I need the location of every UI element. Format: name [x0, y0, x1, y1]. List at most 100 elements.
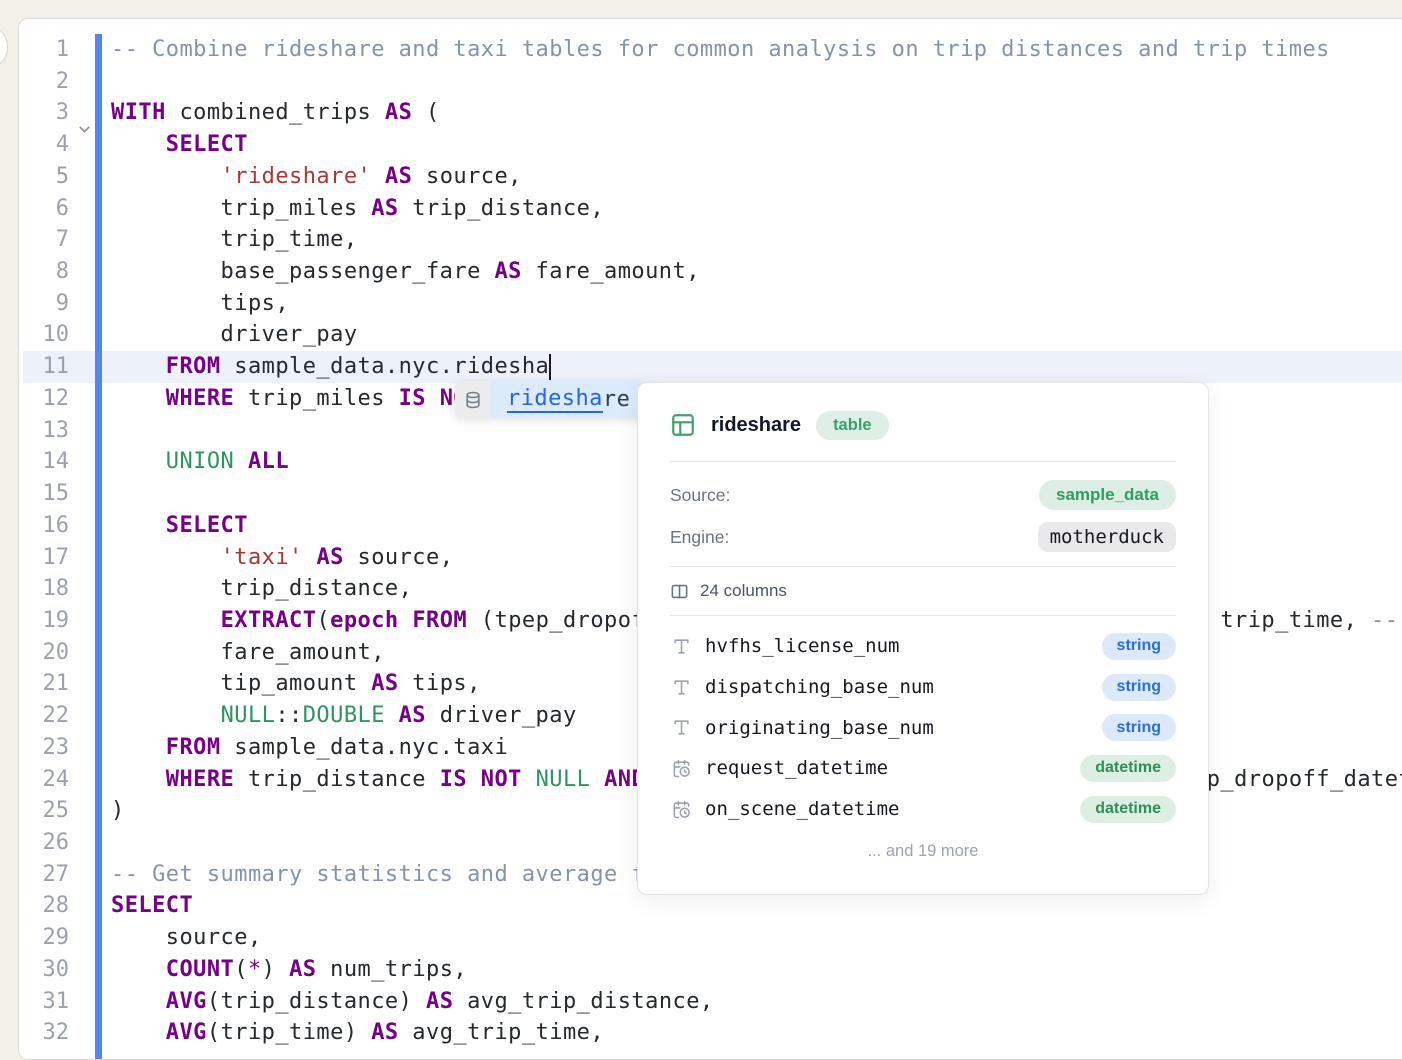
table-name: rideshare — [711, 414, 801, 437]
code-line[interactable]: COUNT(*) AS num_trips, — [111, 954, 1402, 986]
code-token — [111, 957, 166, 982]
code-token: WHERE — [166, 767, 234, 792]
code-token: AS — [494, 259, 521, 284]
suggestion-rest-text: re — [603, 387, 630, 412]
line-number: 5 — [19, 161, 69, 193]
code-token: trip_distance, — [111, 576, 412, 601]
table-title-row: rideshare table — [670, 383, 1176, 442]
calendar-clock-icon — [670, 800, 692, 819]
code-token — [590, 767, 604, 792]
table-info-tooltip: rideshare table Source:sample_dataEngine… — [637, 382, 1209, 895]
code-token — [111, 767, 166, 792]
gutter-numbers: 1234567891011121314151617181920212223242… — [19, 34, 69, 1049]
code-token: AS — [371, 196, 398, 221]
line-number: 16 — [19, 510, 69, 542]
code-token: FROM — [166, 735, 221, 760]
code-line[interactable]: -- Combine rideshare and taxi tables for… — [111, 34, 1402, 66]
text-cursor — [549, 354, 551, 380]
code-line[interactable]: 'rideshare' AS source, — [111, 161, 1402, 193]
info-row: Engine: motherduck — [670, 516, 1176, 558]
column-type-badge: string — [1102, 714, 1176, 741]
code-line[interactable]: FROM sample_data.nyc.ridesha — [111, 351, 1402, 383]
code-token: SELECT — [166, 132, 248, 157]
line-number: 12 — [19, 383, 69, 415]
code-line[interactable]: SELECT — [111, 129, 1402, 161]
code-token: sample_data.nyc.ridesha — [221, 354, 550, 379]
code-token: avg_trip_distance, — [453, 989, 713, 1014]
line-number: 22 — [19, 700, 69, 732]
code-token: COUNT — [166, 957, 234, 982]
column-name: dispatching_base_num — [705, 676, 934, 698]
code-token — [111, 703, 221, 728]
code-token: AVG — [166, 989, 207, 1014]
text-type-icon — [670, 718, 692, 737]
fold-chevron-down-icon[interactable] — [76, 121, 93, 138]
autocomplete-suggestion[interactable]: rideshare — [455, 381, 647, 418]
column-name: hvfhs_license_num — [705, 635, 899, 657]
column-name: request_datetime — [705, 757, 888, 779]
code-token: fare_amount, — [522, 259, 700, 284]
line-number: 21 — [19, 668, 69, 700]
code-token: NULL — [221, 703, 276, 728]
column-type-badge: string — [1102, 633, 1176, 660]
line-number: 29 — [19, 922, 69, 954]
line-number: 8 — [19, 256, 69, 288]
info-row-value-badge: motherduck — [1038, 522, 1176, 552]
code-token: IS — [399, 386, 426, 411]
code-line[interactable] — [111, 66, 1402, 98]
code-line[interactable]: SELECT — [111, 890, 1402, 922]
code-token: AS — [426, 989, 453, 1014]
code-token: ) — [111, 798, 125, 823]
code-line[interactable]: trip_time, — [111, 224, 1402, 256]
line-number: 3 — [19, 97, 69, 129]
code-line[interactable]: driver_pay — [111, 319, 1402, 351]
code-token: SELECT — [166, 513, 248, 538]
line-number: 26 — [19, 827, 69, 859]
column-row: on_scene_datetimedatetime — [670, 789, 1176, 830]
code-token — [111, 545, 221, 570]
code-token: FROM — [412, 608, 467, 633]
code-line[interactable]: trip_miles AS trip_distance, — [111, 193, 1402, 225]
code-token: tip_amount — [111, 671, 371, 696]
code-token: trip_distance, — [399, 196, 604, 221]
info-row-label: Engine: — [670, 527, 729, 548]
code-token: SELECT — [111, 893, 193, 918]
gutter-indicator-bar — [95, 34, 102, 1059]
code-token: trip_distance — [234, 767, 439, 792]
code-token: source, — [412, 164, 522, 189]
code-token: ALL — [248, 449, 289, 474]
code-token: ) — [262, 957, 289, 982]
code-token — [522, 767, 536, 792]
line-number: 27 — [19, 859, 69, 891]
code-token: AS — [399, 703, 426, 728]
code-token: WHERE — [166, 386, 234, 411]
info-row-label: Source: — [670, 485, 730, 506]
code-token — [234, 449, 248, 474]
code-token: EXTRACT — [221, 608, 317, 633]
code-token — [111, 608, 221, 633]
line-number: 1 — [19, 34, 69, 66]
column-row: hvfhs_license_num string — [670, 626, 1176, 667]
code-token: driver_pay — [426, 703, 577, 728]
column-type-badge: datetime — [1080, 796, 1176, 823]
code-line[interactable]: tips, — [111, 288, 1402, 320]
code-token: driver_pay — [111, 322, 358, 347]
code-token: AS — [371, 671, 398, 696]
code-line[interactable]: base_passenger_fare AS fare_amount, — [111, 256, 1402, 288]
column-row: dispatching_base_numstring — [670, 667, 1176, 708]
columns-icon — [670, 582, 689, 601]
code-line[interactable]: source, — [111, 922, 1402, 954]
line-number: 13 — [19, 415, 69, 447]
code-token: ( — [234, 957, 248, 982]
code-token: tips, — [399, 671, 481, 696]
code-line[interactable]: AVG(trip_distance) AS avg_trip_distance, — [111, 986, 1402, 1018]
database-icon — [455, 381, 490, 418]
code-token — [467, 767, 481, 792]
code-line[interactable]: AVG(trip_time) AS avg_trip_time, — [111, 1017, 1402, 1049]
code-token: FROM — [166, 354, 221, 379]
line-number: 2 — [19, 66, 69, 98]
code-token — [111, 735, 166, 760]
code-line[interactable]: WITH combined_trips AS ( — [111, 97, 1402, 129]
line-number: 32 — [19, 1017, 69, 1049]
code-token: AS — [316, 545, 343, 570]
